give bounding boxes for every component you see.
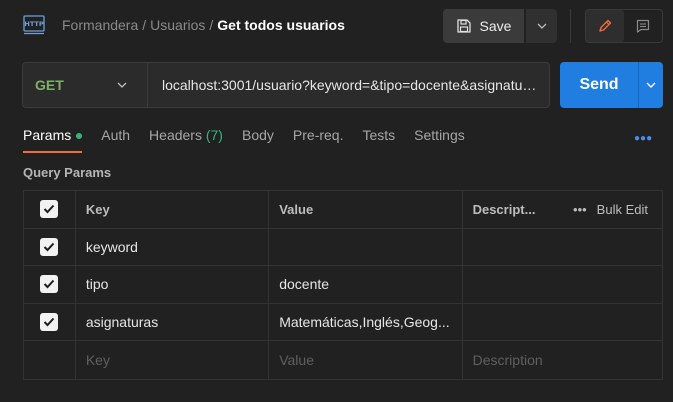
header-description-cell: Descript... ••• Bulk Edit: [463, 191, 662, 228]
chevron-down-icon: [537, 23, 546, 29]
url-bar: GET localhost:3001/usuario?keyword=&tipo…: [22, 62, 550, 108]
edit-button[interactable]: [586, 10, 624, 42]
tab-label: Auth: [101, 127, 131, 143]
send-button[interactable]: Send: [560, 62, 638, 108]
save-button[interactable]: Save: [443, 9, 524, 43]
column-options-button[interactable]: •••: [573, 202, 587, 217]
chevron-down-icon: [117, 82, 127, 88]
more-options-button[interactable]: ●●●: [634, 133, 652, 144]
table-row-new: Key Value Description: [24, 341, 662, 379]
toolbar-divider: [570, 9, 571, 43]
tab-headers[interactable]: Headers (7): [149, 127, 223, 153]
new-value-input[interactable]: Value: [269, 341, 463, 379]
comment-icon: [636, 19, 650, 33]
row-checkbox[interactable]: [40, 237, 59, 256]
row-checkbox-cell: [24, 303, 76, 340]
save-dropdown-button[interactable]: [526, 9, 557, 43]
param-value[interactable]: docente: [269, 266, 463, 303]
tab-count: (7): [205, 127, 223, 143]
param-key[interactable]: asignaturas: [76, 303, 270, 340]
tab-settings[interactable]: Settings: [414, 127, 465, 153]
tab-label: Headers: [149, 127, 202, 143]
header-checkbox-cell: [24, 191, 76, 228]
tab-body[interactable]: Body: [242, 127, 274, 153]
row-checkbox-cell: [24, 266, 76, 303]
table-row: keyword: [24, 228, 662, 266]
param-description[interactable]: [463, 266, 662, 303]
breadcrumb-separator: /: [209, 17, 214, 33]
tab-label: Tests: [362, 127, 396, 143]
breadcrumb-collection[interactable]: Usuarios: [150, 17, 205, 33]
floppy-disk-icon: [456, 19, 471, 33]
tab-tests[interactable]: Tests: [362, 127, 395, 153]
request-title[interactable]: Get todos usuarios: [217, 17, 345, 33]
bulk-edit-button[interactable]: Bulk Edit: [597, 202, 648, 217]
param-value[interactable]: Matemáticas,Inglés,Geog...: [269, 303, 463, 340]
row-checkbox-cell: [24, 341, 76, 379]
chevron-down-icon: [646, 82, 656, 88]
url-input[interactable]: localhost:3001/usuario?keyword=&tipo=doc…: [148, 77, 549, 93]
method-select[interactable]: GET: [23, 63, 148, 107]
param-description[interactable]: [463, 304, 662, 341]
tab-params[interactable]: Params: [23, 127, 83, 153]
save-group: Save: [443, 9, 557, 43]
query-params-title: Query Params: [23, 165, 112, 180]
edit-comment-group: [585, 9, 663, 43]
param-key[interactable]: keyword: [76, 228, 270, 265]
pencil-icon: [599, 19, 612, 32]
tab-auth[interactable]: Auth: [101, 127, 130, 153]
comments-button[interactable]: [624, 10, 662, 42]
row-checkbox[interactable]: [40, 312, 59, 331]
checkmark-icon: [44, 242, 55, 252]
breadcrumb: Formandera / Usuarios / Get todos usuarios: [62, 17, 345, 33]
request-tabs: Params Auth Headers (7) Body Pre-req. Te…: [23, 127, 484, 153]
checkmark-icon: [44, 205, 55, 214]
tab-pre-request[interactable]: Pre-req.: [293, 127, 344, 153]
send-group: Send: [560, 62, 663, 108]
row-checkbox[interactable]: [40, 275, 59, 294]
param-description[interactable]: [463, 229, 662, 266]
table-header-row: Key Value Descript... ••• Bulk Edit: [24, 191, 662, 229]
header-description: Descript...: [472, 201, 536, 217]
param-key[interactable]: tipo: [76, 266, 270, 303]
breadcrumb-separator: /: [142, 17, 147, 33]
send-dropdown-button[interactable]: [638, 62, 663, 108]
tab-label: Body: [241, 127, 274, 143]
status-dot: [76, 133, 83, 140]
header-value: Value: [269, 191, 463, 228]
param-value[interactable]: [269, 228, 463, 265]
table-row: tipo docente: [24, 266, 662, 304]
row-checkbox-cell: [24, 228, 76, 265]
table-row: asignaturas Matemáticas,Inglés,Geog...: [24, 303, 662, 341]
method-label: GET: [35, 77, 64, 93]
select-all-checkbox[interactable]: [40, 200, 59, 219]
save-label: Save: [479, 18, 512, 34]
new-key-input[interactable]: Key: [76, 341, 270, 379]
new-description-input[interactable]: Description: [463, 341, 662, 379]
checkmark-icon: [44, 317, 55, 327]
tab-label: Pre-req.: [292, 127, 344, 143]
header-actions: ••• Bulk Edit: [573, 202, 648, 217]
params-table: Key Value Descript... ••• Bulk Edit keyw…: [23, 190, 663, 380]
breadcrumb-workspace[interactable]: Formandera: [62, 17, 138, 33]
header-key: Key: [76, 191, 270, 228]
checkmark-icon: [44, 280, 55, 289]
svg-text:HTTP: HTTP: [24, 20, 43, 28]
tab-label: Settings: [414, 127, 465, 143]
tab-label: Params: [23, 127, 72, 143]
http-icon: HTTP: [22, 14, 48, 36]
